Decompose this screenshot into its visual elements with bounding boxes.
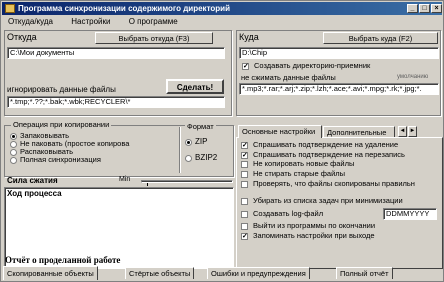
- app-window: Программа синхронизации содержимого дире…: [0, 0, 444, 282]
- remember-settings-checkbox[interactable]: ✓: [241, 233, 248, 240]
- radio-pack[interactable]: [10, 133, 17, 140]
- hide-on-minimize-checkbox[interactable]: [241, 198, 248, 205]
- radio-zip-label: ZIP: [195, 137, 208, 146]
- divider: [179, 127, 180, 173]
- radio-full-sync-label: Полная синхронизация: [20, 155, 101, 164]
- radio-zip[interactable]: [185, 139, 192, 146]
- default-button[interactable]: умолчанию: [397, 74, 428, 80]
- title-bar: Программа синхронизации содержимого дире…: [2, 2, 442, 15]
- compression-label: Сила сжатия: [7, 176, 58, 185]
- slider-ticks: [147, 183, 233, 186]
- tab-scroll-left-icon[interactable]: ◄: [398, 126, 407, 137]
- create-dir-label: Создавать директорию-приемник: [254, 61, 371, 70]
- create-log-checkbox[interactable]: [241, 211, 248, 218]
- no-compress-label: не сжимать данные файлы: [241, 73, 336, 82]
- confirm-delete-label: Спрашивать подтверждение на удаление: [253, 140, 399, 149]
- minimize-icon[interactable]: _: [407, 4, 418, 13]
- skip-new-checkbox[interactable]: [241, 161, 248, 168]
- skip-new-label: Не копировать новые файлы: [253, 159, 355, 168]
- tab-copied-objects[interactable]: Скопированные объекты: [3, 266, 98, 280]
- remember-settings-label: Запоминать настройки при выходе: [253, 231, 375, 240]
- format-title: Формат: [185, 122, 216, 131]
- keep-old-checkbox[interactable]: [241, 171, 248, 178]
- create-log-label: Создавать log-файл: [253, 209, 324, 218]
- create-dir-checkbox[interactable]: ✓: [242, 63, 249, 70]
- close-icon[interactable]: ×: [431, 4, 442, 13]
- exit-when-done-label: Выйти из программы по окончании: [253, 221, 376, 230]
- dest-path-input[interactable]: D:\Chip: [239, 47, 439, 59]
- window-title: Программа синхронизации содержимого дире…: [18, 4, 230, 13]
- source-ignore-label: игнорировать данные файлы: [7, 85, 116, 94]
- maximize-icon[interactable]: □: [419, 4, 430, 13]
- run-button[interactable]: Сделать!: [166, 79, 224, 94]
- tab-full-report[interactable]: Полный отчёт: [336, 267, 393, 279]
- copy-operation-title: Операция при копировании: [11, 120, 112, 129]
- confirm-overwrite-checkbox[interactable]: ✓: [241, 152, 248, 159]
- browse-dest-button[interactable]: Выбрать куда (F2): [323, 32, 438, 44]
- source-heading: Откуда: [7, 32, 37, 42]
- radio-unpack[interactable]: [10, 149, 17, 156]
- menu-item-settings[interactable]: Настройки: [71, 17, 110, 26]
- log-date-format-input[interactable]: DDMMYYYY: [383, 208, 437, 220]
- radio-full-sync[interactable]: [10, 157, 17, 164]
- radio-bzip2-label: BZIP2: [195, 153, 218, 162]
- radio-bzip2[interactable]: [185, 155, 192, 162]
- no-compress-input[interactable]: *.mp3;*.rar;*.arj;*.zip;*.lzh;*.ace;*.av…: [239, 83, 439, 95]
- keep-old-label: Не стирать старые файлы: [253, 169, 346, 178]
- tab-main-settings[interactable]: Основные настройки: [238, 125, 322, 138]
- compression-slider[interactable]: [141, 179, 233, 186]
- dest-heading: Куда: [239, 32, 259, 42]
- confirm-overwrite-label: Спрашивать подтверждение на перезапись: [253, 150, 405, 159]
- compression-min-label: Min: [119, 176, 131, 183]
- tab-errors-warnings[interactable]: Ошибки и предупреждения: [207, 267, 310, 279]
- menu-item-about[interactable]: О программе: [129, 17, 178, 26]
- source-ignore-input[interactable]: *.tmp;*.??;*.bak;*.wbk;RECYCLER\*: [7, 96, 225, 108]
- tab-scroll-right-icon[interactable]: ►: [408, 126, 417, 137]
- progress-label: Ход процесса: [7, 189, 62, 198]
- report-tabs: Скопированные объекты Стёртые объекты Ош…: [3, 265, 443, 281]
- radio-no-pack[interactable]: [10, 141, 17, 148]
- menu-bar: Откуда/куда Настройки О программе: [2, 16, 442, 28]
- menu-item-from-to[interactable]: Откуда/куда: [8, 17, 53, 26]
- hide-on-minimize-label: Убирать из списка задач при минимизации: [253, 196, 403, 205]
- report-title: Отчёт о проделанной работе: [5, 255, 121, 265]
- source-path-input[interactable]: C:\Мои документы: [7, 47, 225, 59]
- confirm-delete-checkbox[interactable]: ✓: [241, 142, 248, 149]
- browse-source-button[interactable]: Выбрать откуда (F3): [95, 32, 213, 44]
- verify-copy-label: Проверять, что файлы скопированы правиль…: [253, 179, 415, 188]
- verify-copy-checkbox[interactable]: [241, 181, 248, 188]
- folder-sync-icon: [5, 4, 15, 13]
- tab-deleted-objects[interactable]: Стёртые объекты: [125, 267, 195, 279]
- exit-when-done-checkbox[interactable]: [241, 223, 248, 230]
